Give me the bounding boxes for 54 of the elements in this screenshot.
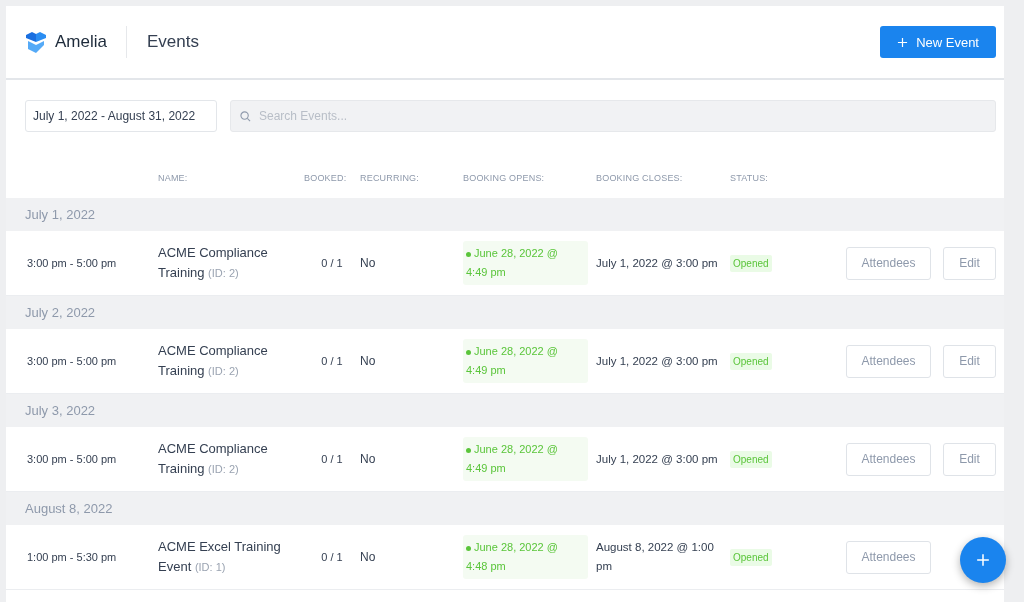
booking-closes-cell-text: July 1, 2022 @ 3:00 pm <box>596 451 719 467</box>
plus-icon <box>897 36 909 48</box>
recurring-cell-text: No <box>360 452 377 466</box>
recurring-cell-text: No <box>360 256 377 270</box>
column-header: BOOKED: <box>304 173 348 183</box>
booking-opens-cell: June 28, 2022 @ 4:49 pm <box>463 241 588 285</box>
booking-opens-cell: June 28, 2022 @ 4:49 pm <box>463 437 588 481</box>
booked-cell-text: 0 / 1 <box>320 453 344 465</box>
search-field[interactable]: Search Events... <box>230 100 996 132</box>
column-header: RECURRING: <box>360 173 420 183</box>
recurring-cell-text: No <box>360 354 377 368</box>
attendees-button[interactable]: Attendees <box>846 246 931 280</box>
status-badge: Opened <box>730 254 772 272</box>
status-badge: Opened <box>730 352 772 370</box>
time-cell-text: 3:00 pm - 5:00 pm <box>27 355 118 367</box>
edit-button[interactable]: Edit <box>943 442 996 476</box>
booking-closes-cell-text: July 1, 2022 @ 3:00 pm <box>596 353 719 369</box>
event-name: ACME Compliance Training (ID: 2) <box>158 244 269 282</box>
booking-closes-cell-text: August 8, 2022 @ 1:00 pm <box>596 540 715 574</box>
attendees-button[interactable]: Attendees <box>846 442 931 476</box>
date-group-header: August 8, 2022 <box>6 492 1004 525</box>
search-icon <box>240 110 251 122</box>
event-name: ACME Compliance Training (ID: 2) <box>158 440 269 478</box>
booking-opens-cell: June 28, 2022 @ 4:49 pm <box>463 339 588 383</box>
time-cell-text: 1:00 pm - 5:30 pm <box>27 551 118 563</box>
time-cell-text: 3:00 pm - 5:00 pm <box>27 453 118 465</box>
new-event-button[interactable]: New Event <box>880 26 996 58</box>
page-title: Events <box>146 32 200 52</box>
attendees-button[interactable]: Attendees <box>846 344 931 378</box>
date-group-header: July 3, 2022 <box>6 394 1004 427</box>
column-header: STATUS: <box>730 173 770 183</box>
booked-cell-text: 0 / 1 <box>320 551 344 563</box>
time-cell-text: 3:00 pm - 5:00 pm <box>27 257 118 269</box>
edit-button[interactable]: Edit <box>943 344 996 378</box>
recurring-cell-text: No <box>360 550 377 564</box>
date-group-header: July 1, 2022 <box>6 198 1004 231</box>
column-header: NAME: <box>158 173 189 183</box>
column-header: BOOKING OPENS: <box>463 173 546 183</box>
attendees-button[interactable]: Attendees <box>846 540 931 574</box>
brand-name: Amelia <box>55 32 107 52</box>
logo-icon <box>25 31 47 53</box>
event-name: ACME Compliance Training (ID: 2) <box>158 342 269 380</box>
booking-closes-cell-text: July 1, 2022 @ 3:00 pm <box>596 255 719 271</box>
date-range-field[interactable]: July 1, 2022 - August 31, 2022 <box>25 100 217 132</box>
event-name: ACME Excel Training Event (ID: 1) <box>158 538 282 576</box>
booking-opens-cell: June 28, 2022 @ 4:48 pm <box>463 535 588 579</box>
status-badge: Opened <box>730 450 772 468</box>
booked-cell-text: 0 / 1 <box>320 257 344 269</box>
edit-button[interactable]: Edit <box>943 246 996 280</box>
plus-icon <box>976 553 990 567</box>
date-group-header: July 2, 2022 <box>6 296 1004 329</box>
booked-cell-text: 0 / 1 <box>320 355 344 367</box>
column-header: BOOKING CLOSES: <box>596 173 684 183</box>
status-badge: Opened <box>730 548 772 566</box>
